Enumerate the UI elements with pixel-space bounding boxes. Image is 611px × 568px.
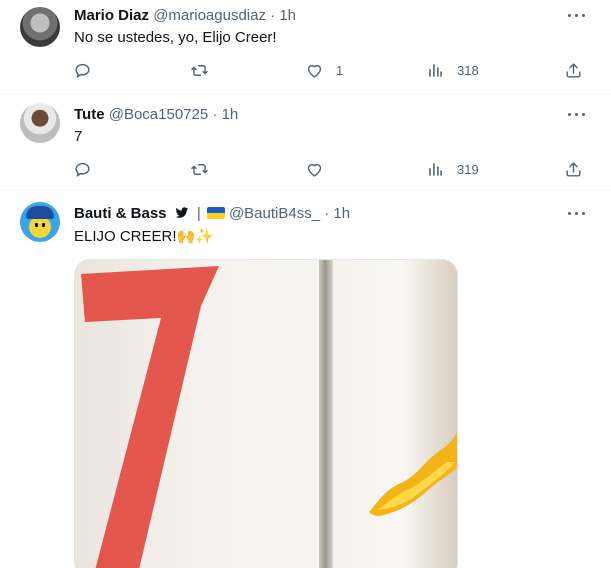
avatar-cap [26, 206, 54, 219]
timestamp[interactable]: 1h [333, 205, 350, 222]
tweet-text: ELIJO CREER!🙌✨ [74, 226, 214, 247]
views-icon [429, 162, 442, 176]
bird-verified-icon [174, 207, 189, 218]
heart-icon [307, 163, 322, 177]
avatar-eye [42, 223, 45, 227]
tweet[interactable]: Mario Diaz @marioagusdiaz · 1h No se ust… [0, 0, 611, 95]
retweet-icon [191, 64, 208, 76]
share-button[interactable] [564, 159, 583, 179]
tweet-media-image[interactable] [74, 259, 458, 568]
share-button[interactable] [564, 60, 583, 80]
separator-dot: · [270, 7, 276, 24]
heart-icon [307, 64, 322, 78]
user-handle[interactable]: @BautiB4ss_ [229, 205, 320, 222]
timestamp[interactable]: 1h [222, 106, 239, 123]
timestamp[interactable]: 1h [279, 7, 296, 24]
like-button[interactable] [305, 159, 336, 179]
separator-dot: · [324, 205, 330, 222]
avatar-eye [35, 223, 38, 227]
avatar[interactable] [20, 202, 60, 242]
share-icon [566, 62, 581, 78]
reply-icon [75, 162, 90, 177]
separator-dot: · [212, 106, 218, 123]
view-count: 318 [457, 62, 479, 78]
tweet-text-content: ELIJO CREER! [74, 228, 177, 245]
tweet-header: Bauti & Bass | @BautiB4ss_ · 1h [74, 204, 350, 224]
action-bar: 319 [0, 159, 611, 179]
views-button[interactable]: 319 [426, 159, 479, 179]
retweet-button[interactable] [190, 60, 221, 80]
view-count: 319 [457, 161, 479, 177]
tweet-header: Mario Diaz @marioagusdiaz · 1h [74, 6, 296, 26]
ukraine-flag-icon [206, 207, 225, 219]
jersey-number-seven [81, 266, 219, 568]
tweet-header: Tute @Boca150725 · 1h [74, 105, 238, 125]
user-name[interactable]: Mario Diaz [74, 7, 149, 24]
flame-graphic [369, 432, 457, 516]
views-icon [429, 63, 442, 77]
jersey-seam [319, 260, 333, 568]
avatar[interactable] [20, 7, 60, 47]
retweet-icon [191, 163, 208, 175]
action-bar: 1 318 [0, 60, 611, 80]
more-icon[interactable] [568, 13, 586, 19]
reply-button[interactable] [73, 60, 104, 80]
user-name[interactable]: Bauti & Bass [74, 205, 167, 222]
name-separator: | [196, 205, 201, 222]
like-count: 1 [336, 62, 344, 78]
avatar[interactable] [20, 103, 60, 143]
reply-icon [75, 63, 90, 78]
user-handle[interactable]: @Boca150725 [109, 106, 208, 123]
more-icon[interactable] [568, 211, 586, 217]
emoji-raised-hands-sparkles: 🙌✨ [176, 227, 214, 245]
retweet-button[interactable] [190, 159, 221, 179]
avatar-face [29, 216, 51, 238]
user-name[interactable]: Tute [74, 106, 105, 123]
tweet-text: 7 [74, 128, 83, 145]
tweet[interactable]: Tute @Boca150725 · 1h 7 319 [0, 95, 611, 191]
reply-button[interactable] [73, 159, 104, 179]
tweet[interactable]: Bauti & Bass | @BautiB4ss_ · 1h ELIJO CR… [0, 191, 611, 568]
views-button[interactable]: 318 [426, 60, 479, 80]
like-button[interactable]: 1 [305, 60, 343, 80]
share-icon [566, 161, 581, 177]
tweet-text: No se ustedes, yo, Elijo Creer! [74, 29, 277, 46]
user-handle[interactable]: @marioagusdiaz [153, 7, 266, 24]
more-icon[interactable] [568, 112, 586, 118]
